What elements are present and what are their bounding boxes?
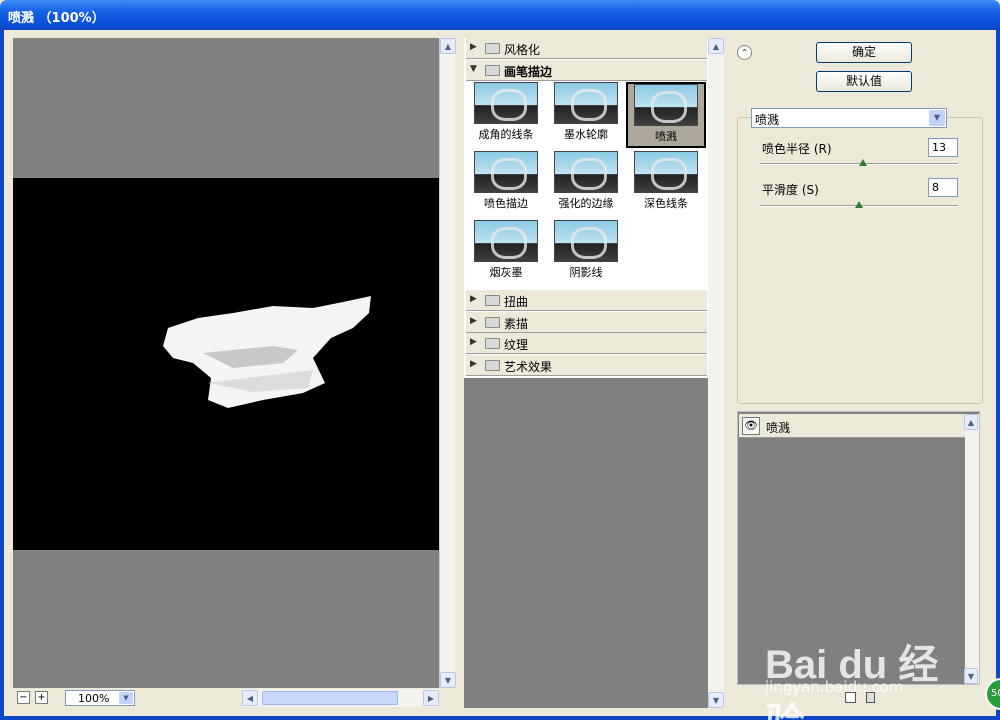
- eye-icon[interactable]: 👁: [742, 417, 760, 435]
- preview-canvas[interactable]: [13, 38, 439, 688]
- filter-label: 强化的边缘: [558, 197, 614, 210]
- filter-thumb-spatter[interactable]: 喷溅: [626, 82, 706, 148]
- expand-arrow-icon: ▶: [470, 294, 477, 304]
- zoom-in-button[interactable]: +: [35, 691, 48, 704]
- spray-radius-field[interactable]: 13: [928, 138, 958, 157]
- collapse-arrow-icon: ▼: [470, 64, 477, 74]
- zoom-value: 100%: [78, 692, 110, 705]
- zoom-out-button[interactable]: −: [17, 691, 30, 704]
- filter-preview-image: [554, 151, 618, 193]
- window-frame-right: [996, 30, 1000, 720]
- gallery-scrollbar[interactable]: ▲ ▼: [708, 38, 724, 708]
- category-label: 扭曲: [504, 295, 529, 309]
- folder-icon: [485, 338, 500, 349]
- filter-thumb-ink-outlines[interactable]: 墨水轮廓: [546, 82, 626, 148]
- watermark: Bai du 经验 jingyan.baidu.com: [765, 612, 955, 720]
- chevron-down-icon[interactable]: ▼: [929, 110, 945, 126]
- preview-horizontal-scrollbar[interactable]: ◀ ▶: [242, 689, 439, 707]
- filter-thumb-sprayed-strokes[interactable]: 喷色描边: [466, 151, 546, 217]
- category-label: 风格化: [504, 43, 541, 57]
- default-button[interactable]: 默认值: [816, 71, 912, 92]
- watermark-logo: Bai du 经验: [765, 643, 939, 720]
- smoothness-slider[interactable]: [760, 201, 958, 208]
- filter-preview-image: [474, 151, 538, 193]
- filter-preview-image: [634, 84, 698, 126]
- collapse-gallery-icon[interactable]: ⌃: [737, 45, 752, 60]
- title-bar[interactable]: 喷溅 （100%）: [0, 0, 1000, 30]
- chevron-down-icon[interactable]: ▼: [119, 692, 133, 704]
- filter-label: 喷色描边: [484, 197, 528, 210]
- scroll-right-icon[interactable]: ▶: [423, 690, 439, 706]
- layers-scrollbar[interactable]: ▲ ▼: [964, 414, 979, 684]
- scroll-thumb[interactable]: [262, 691, 398, 705]
- spray-radius-label: 喷色半径 (R): [762, 142, 832, 156]
- filter-thumb-dark-strokes[interactable]: 深色线条: [626, 151, 706, 217]
- scroll-down-icon[interactable]: ▼: [440, 672, 456, 688]
- filter-preview-image: [554, 82, 618, 124]
- slider-knob[interactable]: [855, 201, 863, 208]
- filter-thumb-crosshatch[interactable]: 阴影线: [546, 220, 626, 286]
- slider-knob[interactable]: [858, 159, 867, 166]
- filter-preview-image: [474, 220, 538, 262]
- spatter-shape: [163, 296, 371, 408]
- category-artistic[interactable]: ▶ 艺术效果: [466, 355, 707, 376]
- zoom-select[interactable]: 100% ▼: [65, 690, 135, 706]
- scroll-up-icon[interactable]: ▲: [708, 38, 724, 54]
- folder-icon: [485, 360, 500, 371]
- scroll-down-icon[interactable]: ▼: [708, 692, 724, 708]
- filter-preview-image: [474, 82, 538, 124]
- category-brush-strokes[interactable]: ▼ 画笔描边: [466, 60, 707, 81]
- smoothness-field[interactable]: 8: [928, 178, 958, 197]
- filter-thumb-sumi-e[interactable]: 烟灰墨: [466, 220, 546, 286]
- scroll-down-icon[interactable]: ▼: [964, 668, 978, 684]
- filter-label: 喷溅: [655, 130, 677, 143]
- category-label: 艺术效果: [504, 360, 553, 374]
- expand-arrow-icon: ▶: [470, 316, 477, 326]
- effect-layer-name: 喷溅: [766, 421, 791, 435]
- category-stylize[interactable]: ▶ 风格化: [466, 38, 707, 59]
- scroll-left-icon[interactable]: ◀: [242, 690, 258, 706]
- filter-preview-image: [634, 151, 698, 193]
- preview-vertical-scrollbar[interactable]: ▲ ▼: [439, 38, 456, 688]
- category-distort[interactable]: ▶ 扭曲: [466, 290, 707, 311]
- filter-label: 深色线条: [644, 197, 688, 210]
- category-sketch[interactable]: ▶ 素描: [466, 312, 707, 333]
- folder-icon: [485, 65, 500, 76]
- window-title: 喷溅 （100%）: [8, 11, 105, 26]
- expand-arrow-icon: ▶: [470, 42, 477, 52]
- folder-icon: [485, 43, 500, 54]
- folder-icon: [485, 295, 500, 306]
- category-label: 画笔描边: [504, 65, 553, 79]
- filter-label: 成角的线条: [478, 128, 534, 141]
- scroll-up-icon[interactable]: ▲: [964, 414, 978, 430]
- effect-layer-row[interactable]: 👁 喷溅: [739, 414, 965, 438]
- preview-image: [13, 178, 439, 550]
- filter-preview-image: [554, 220, 618, 262]
- category-label: 纹理: [504, 338, 529, 352]
- expand-arrow-icon: ▶: [470, 337, 477, 347]
- category-texture[interactable]: ▶ 纹理: [466, 333, 707, 354]
- filter-label: 墨水轮廓: [564, 128, 608, 141]
- window-frame-left: [0, 30, 4, 720]
- watermark-url: jingyan.baidu.com: [765, 678, 904, 696]
- filter-label: 阴影线: [569, 266, 603, 279]
- folder-icon: [485, 317, 500, 328]
- filter-thumb-angled-strokes[interactable]: 成角的线条: [466, 82, 546, 148]
- filter-select-value: 喷溅: [755, 113, 780, 127]
- filter-label: 烟灰墨: [489, 266, 523, 279]
- smoothness-label: 平滑度 (S): [762, 183, 819, 197]
- filter-thumb-accented-edges[interactable]: 强化的边缘: [546, 151, 626, 217]
- scroll-up-icon[interactable]: ▲: [440, 38, 456, 54]
- category-label: 素描: [504, 317, 529, 331]
- ok-button[interactable]: 确定: [816, 42, 912, 63]
- filter-select[interactable]: 喷溅 ▼: [751, 108, 947, 128]
- expand-arrow-icon: ▶: [470, 359, 477, 369]
- spray-radius-slider[interactable]: [760, 159, 958, 166]
